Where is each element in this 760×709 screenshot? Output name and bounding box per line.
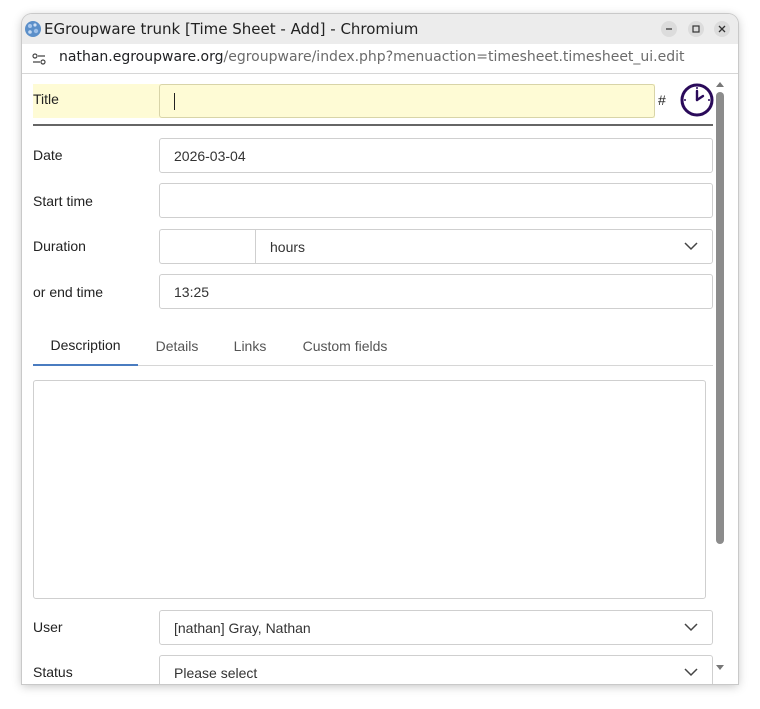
title-label: Title xyxy=(33,91,59,107)
browser-window: EGroupware trunk [Time Sheet - Add] - Ch… xyxy=(22,14,738,684)
egroupware-globe-icon xyxy=(25,21,41,37)
tab-details[interactable]: Details xyxy=(145,326,209,366)
tab-bar: Description Details Links Custom fields xyxy=(33,326,713,366)
title-divider xyxy=(33,124,713,126)
end-time-input[interactable]: 13:25 xyxy=(159,274,713,309)
close-button[interactable] xyxy=(714,21,730,37)
url-text[interactable]: nathan.egroupware.org/egroupware/index.p… xyxy=(59,49,685,65)
duration-input[interactable] xyxy=(159,229,256,264)
status-label: Status xyxy=(33,664,73,680)
user-label: User xyxy=(33,619,63,635)
end-time-label: or end time xyxy=(33,284,104,300)
chevron-down-icon xyxy=(684,242,698,251)
user-select-value: [nathan] Gray, Nathan xyxy=(174,619,311,636)
duration-label: Duration xyxy=(33,238,86,254)
chevron-down-icon xyxy=(684,623,698,632)
date-label: Date xyxy=(33,147,63,163)
status-select-value: Please select xyxy=(174,664,258,681)
close-icon xyxy=(718,25,726,33)
address-bar[interactable]: nathan.egroupware.org/egroupware/index.p… xyxy=(22,44,738,74)
hash-label: # xyxy=(658,92,666,108)
duration-unit-value: hours xyxy=(270,238,306,255)
user-select[interactable]: [nathan] Gray, Nathan xyxy=(159,610,713,645)
chevron-down-icon xyxy=(684,668,698,677)
start-time-input[interactable] xyxy=(159,183,713,218)
description-textarea[interactable] xyxy=(33,380,706,599)
duration-unit-select[interactable]: hours xyxy=(255,229,713,264)
date-input[interactable]: 2026-03-04 xyxy=(159,138,713,173)
window-title: EGroupware trunk [Time Sheet - Add] - Ch… xyxy=(44,20,419,38)
scrollbar-thumb[interactable] xyxy=(716,92,724,544)
site-settings-icon[interactable] xyxy=(32,52,46,66)
tab-description[interactable]: Description xyxy=(33,326,138,366)
scroll-down-icon[interactable] xyxy=(715,664,725,672)
status-select[interactable]: Please select xyxy=(159,655,713,684)
title-input[interactable] xyxy=(159,84,655,118)
timesheet-form: Title # Date 2026-03-04 Start time Durat… xyxy=(22,74,738,684)
minimize-button[interactable] xyxy=(661,21,677,37)
tab-custom-fields[interactable]: Custom fields xyxy=(295,326,395,366)
url-path: /egroupware/index.php?menuaction=timeshe… xyxy=(223,49,685,65)
maximize-icon xyxy=(692,25,700,33)
start-time-label: Start time xyxy=(33,193,93,209)
url-host: nathan.egroupware.org xyxy=(59,49,224,65)
clock-icon xyxy=(680,83,714,117)
text-caret xyxy=(174,93,175,110)
maximize-button[interactable] xyxy=(688,21,704,37)
minimize-icon xyxy=(666,28,672,30)
scroll-up-icon[interactable] xyxy=(715,80,725,88)
tab-links[interactable]: Links xyxy=(225,326,275,366)
title-bar: EGroupware trunk [Time Sheet - Add] - Ch… xyxy=(22,14,738,44)
